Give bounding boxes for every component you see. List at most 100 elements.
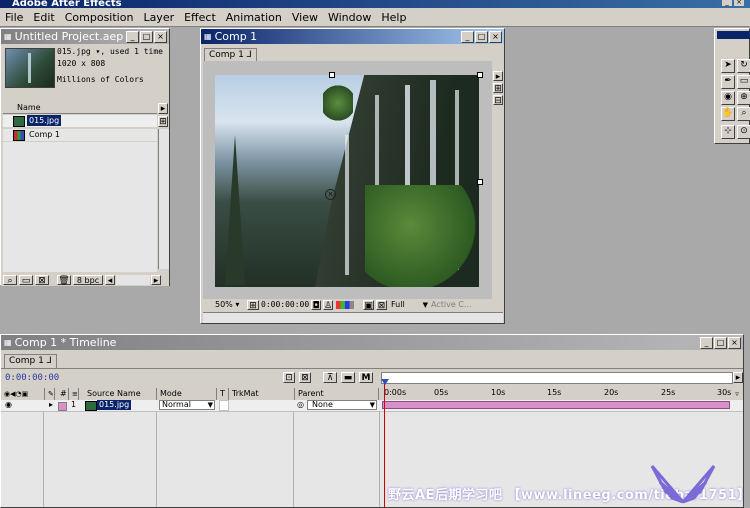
ruler-label: 20s xyxy=(604,388,619,397)
source-name-header[interactable]: Source Name xyxy=(79,388,157,400)
bpc-button[interactable]: 8 bpc xyxy=(73,275,103,285)
tab-timeline-comp-1[interactable]: Comp 1 ⅃ xyxy=(4,354,57,368)
project-horizontal-scrollbar[interactable] xyxy=(116,275,150,285)
motion-blur-icon[interactable]: M xyxy=(359,372,373,383)
parent-select[interactable]: None ▼ xyxy=(307,400,377,410)
layer-handle[interactable] xyxy=(477,72,483,78)
menu-edit[interactable]: Edit xyxy=(28,11,59,24)
menu-window[interactable]: Window xyxy=(323,11,376,24)
mask-tool-icon[interactable]: ▭ xyxy=(737,75,750,89)
layer-number-header: # xyxy=(57,388,69,400)
close-icon[interactable]: × xyxy=(734,0,744,6)
scroll-right-icon[interactable]: ▸ xyxy=(151,275,161,286)
comp-flowchart-icon[interactable]: ⊞ xyxy=(493,83,503,94)
comp-options-icon[interactable]: ⊟ xyxy=(493,95,503,106)
close-button[interactable]: × xyxy=(489,30,502,43)
zoom-select[interactable]: 50% ▾ xyxy=(215,300,239,310)
mode-select[interactable]: Normal ▼ xyxy=(159,400,215,410)
menu-help[interactable]: Help xyxy=(376,11,411,24)
close-button[interactable]: × xyxy=(154,30,167,43)
new-folder-icon[interactable]: ▭ xyxy=(19,275,33,286)
menu-view[interactable]: View xyxy=(287,11,323,24)
cti-head-icon[interactable] xyxy=(381,379,389,385)
menu-file[interactable]: File xyxy=(0,11,28,24)
timeline-layer-row[interactable]: ◉ ▸ 1 015.jpg Normal ▼ ◎ None ▼ xyxy=(1,400,743,412)
show-snapshot-icon[interactable]: ♙ xyxy=(323,300,333,311)
preserve-transparency-checkbox[interactable] xyxy=(219,400,229,411)
layer-duration-bar[interactable] xyxy=(382,401,730,409)
resolution-select[interactable]: Full ▼ xyxy=(391,300,429,310)
rotate-tool-icon[interactable]: ↻ xyxy=(737,59,750,73)
column-divider xyxy=(379,412,380,507)
live-update-icon[interactable]: ⊠ xyxy=(299,372,311,383)
project-item-comp[interactable]: Comp 1 xyxy=(3,129,157,141)
selection-tool-icon[interactable]: ➤ xyxy=(721,59,735,73)
comp-viewer-area[interactable]: × xyxy=(203,61,492,299)
timeline-column-headers: ◉◀◔▣ ✎ # ≡ Source Name Mode T TrkMat Par… xyxy=(1,388,743,400)
layer-name[interactable]: 015.jpg xyxy=(97,400,132,410)
minimize-button[interactable]: _ xyxy=(461,30,474,43)
minimize-button[interactable]: _ xyxy=(126,30,139,43)
find-icon[interactable]: ⌕ xyxy=(3,275,17,286)
pan-behind-tool-icon[interactable]: ⊕ xyxy=(737,91,750,105)
timeline-menu-arrow-icon[interactable]: ▸ xyxy=(733,372,743,383)
axis-mode-icon[interactable]: ⊹ xyxy=(721,125,735,139)
new-comp-icon[interactable]: ⊠ xyxy=(35,275,49,286)
safe-zones-icon[interactable]: ⊞ xyxy=(247,300,259,311)
minimize-button[interactable]: _ xyxy=(700,336,713,349)
hand-tool-icon[interactable]: ✋ xyxy=(721,107,735,121)
anchor-point-icon[interactable]: × xyxy=(325,189,336,200)
zoom-tool-icon[interactable]: ⌕ xyxy=(737,107,750,121)
close-button[interactable]: × xyxy=(728,336,741,349)
expand-layer-icon[interactable]: ▸ xyxy=(49,400,53,409)
layer-handle[interactable] xyxy=(329,72,335,78)
parent-pickwhip-icon[interactable]: ◎ xyxy=(297,400,304,409)
column-divider xyxy=(43,412,44,507)
comp-marker-icon[interactable]: ⊡ xyxy=(283,372,295,383)
scroll-left-icon[interactable]: ◂ xyxy=(105,275,115,286)
tab-comp-1[interactable]: Comp 1 ⅃ xyxy=(204,48,257,62)
comp-image-layer[interactable]: × xyxy=(215,75,479,287)
current-time-indicator[interactable] xyxy=(384,379,385,507)
menu-animation[interactable]: Animation xyxy=(221,11,287,24)
camera-tool-icon[interactable]: ◉ xyxy=(721,91,735,105)
draft-3d-icon[interactable]: ⊼ xyxy=(323,372,337,383)
comp-menu-arrow-icon[interactable]: ▸ xyxy=(493,71,503,82)
foliage-shape xyxy=(365,185,479,287)
comp-horizontal-scrollbar[interactable] xyxy=(203,312,503,323)
channels-icon[interactable] xyxy=(336,301,354,309)
ruler-end-icon[interactable]: ▿ xyxy=(732,388,742,400)
minimize-icon[interactable]: _ xyxy=(722,0,732,6)
preserve-transparency-header: T xyxy=(217,388,229,400)
time-navigator[interactable] xyxy=(381,372,733,384)
layer-label-color-icon[interactable] xyxy=(58,402,67,411)
timeline-timecode[interactable]: 0:00:00:00 xyxy=(5,373,59,383)
maximize-button[interactable]: □ xyxy=(714,336,727,349)
time-ruler[interactable]: 0:00s 05s 10s 15s 20s 25s 30s xyxy=(381,388,731,400)
menu-layer[interactable]: Layer xyxy=(138,11,179,24)
active-camera-select[interactable]: Active C... xyxy=(431,300,481,310)
footage-info-size: 1020 x 808 xyxy=(57,59,106,68)
app-title-bar: Adobe After Effects xyxy=(0,0,750,8)
frame-blending-icon[interactable]: ▬ xyxy=(341,372,355,383)
menu-composition[interactable]: Composition xyxy=(60,11,139,24)
layer-visibility-icon[interactable]: ◉ xyxy=(5,400,12,409)
pen-tool-icon[interactable]: ✒ xyxy=(721,75,735,89)
transparency-grid-icon[interactable]: ⊠ xyxy=(376,300,387,311)
column-name-label: Name xyxy=(17,103,41,112)
maximize-button[interactable]: □ xyxy=(140,30,153,43)
trash-icon[interactable]: 🗑 xyxy=(57,275,71,286)
project-vertical-scrollbar[interactable] xyxy=(158,129,169,269)
project-title: Untitled Project.aep xyxy=(14,30,124,43)
menu-effect[interactable]: Effect xyxy=(179,11,221,24)
snapshot-icon[interactable]: ◘ xyxy=(311,300,321,311)
project-flowchart-icon[interactable]: ⊞ xyxy=(158,116,168,127)
project-menu-arrow-icon[interactable]: ▸ xyxy=(158,103,168,114)
world-axis-icon[interactable]: ⊙ xyxy=(737,125,750,139)
region-of-interest-icon[interactable]: ▣ xyxy=(363,300,374,311)
project-item-footage[interactable]: 015.jpg xyxy=(3,115,157,127)
project-column-name[interactable]: Name xyxy=(3,102,157,114)
layer-handle[interactable] xyxy=(477,179,483,185)
maximize-button[interactable]: □ xyxy=(475,30,488,43)
comp-timecode[interactable]: 0:00:00:00 xyxy=(261,300,309,310)
